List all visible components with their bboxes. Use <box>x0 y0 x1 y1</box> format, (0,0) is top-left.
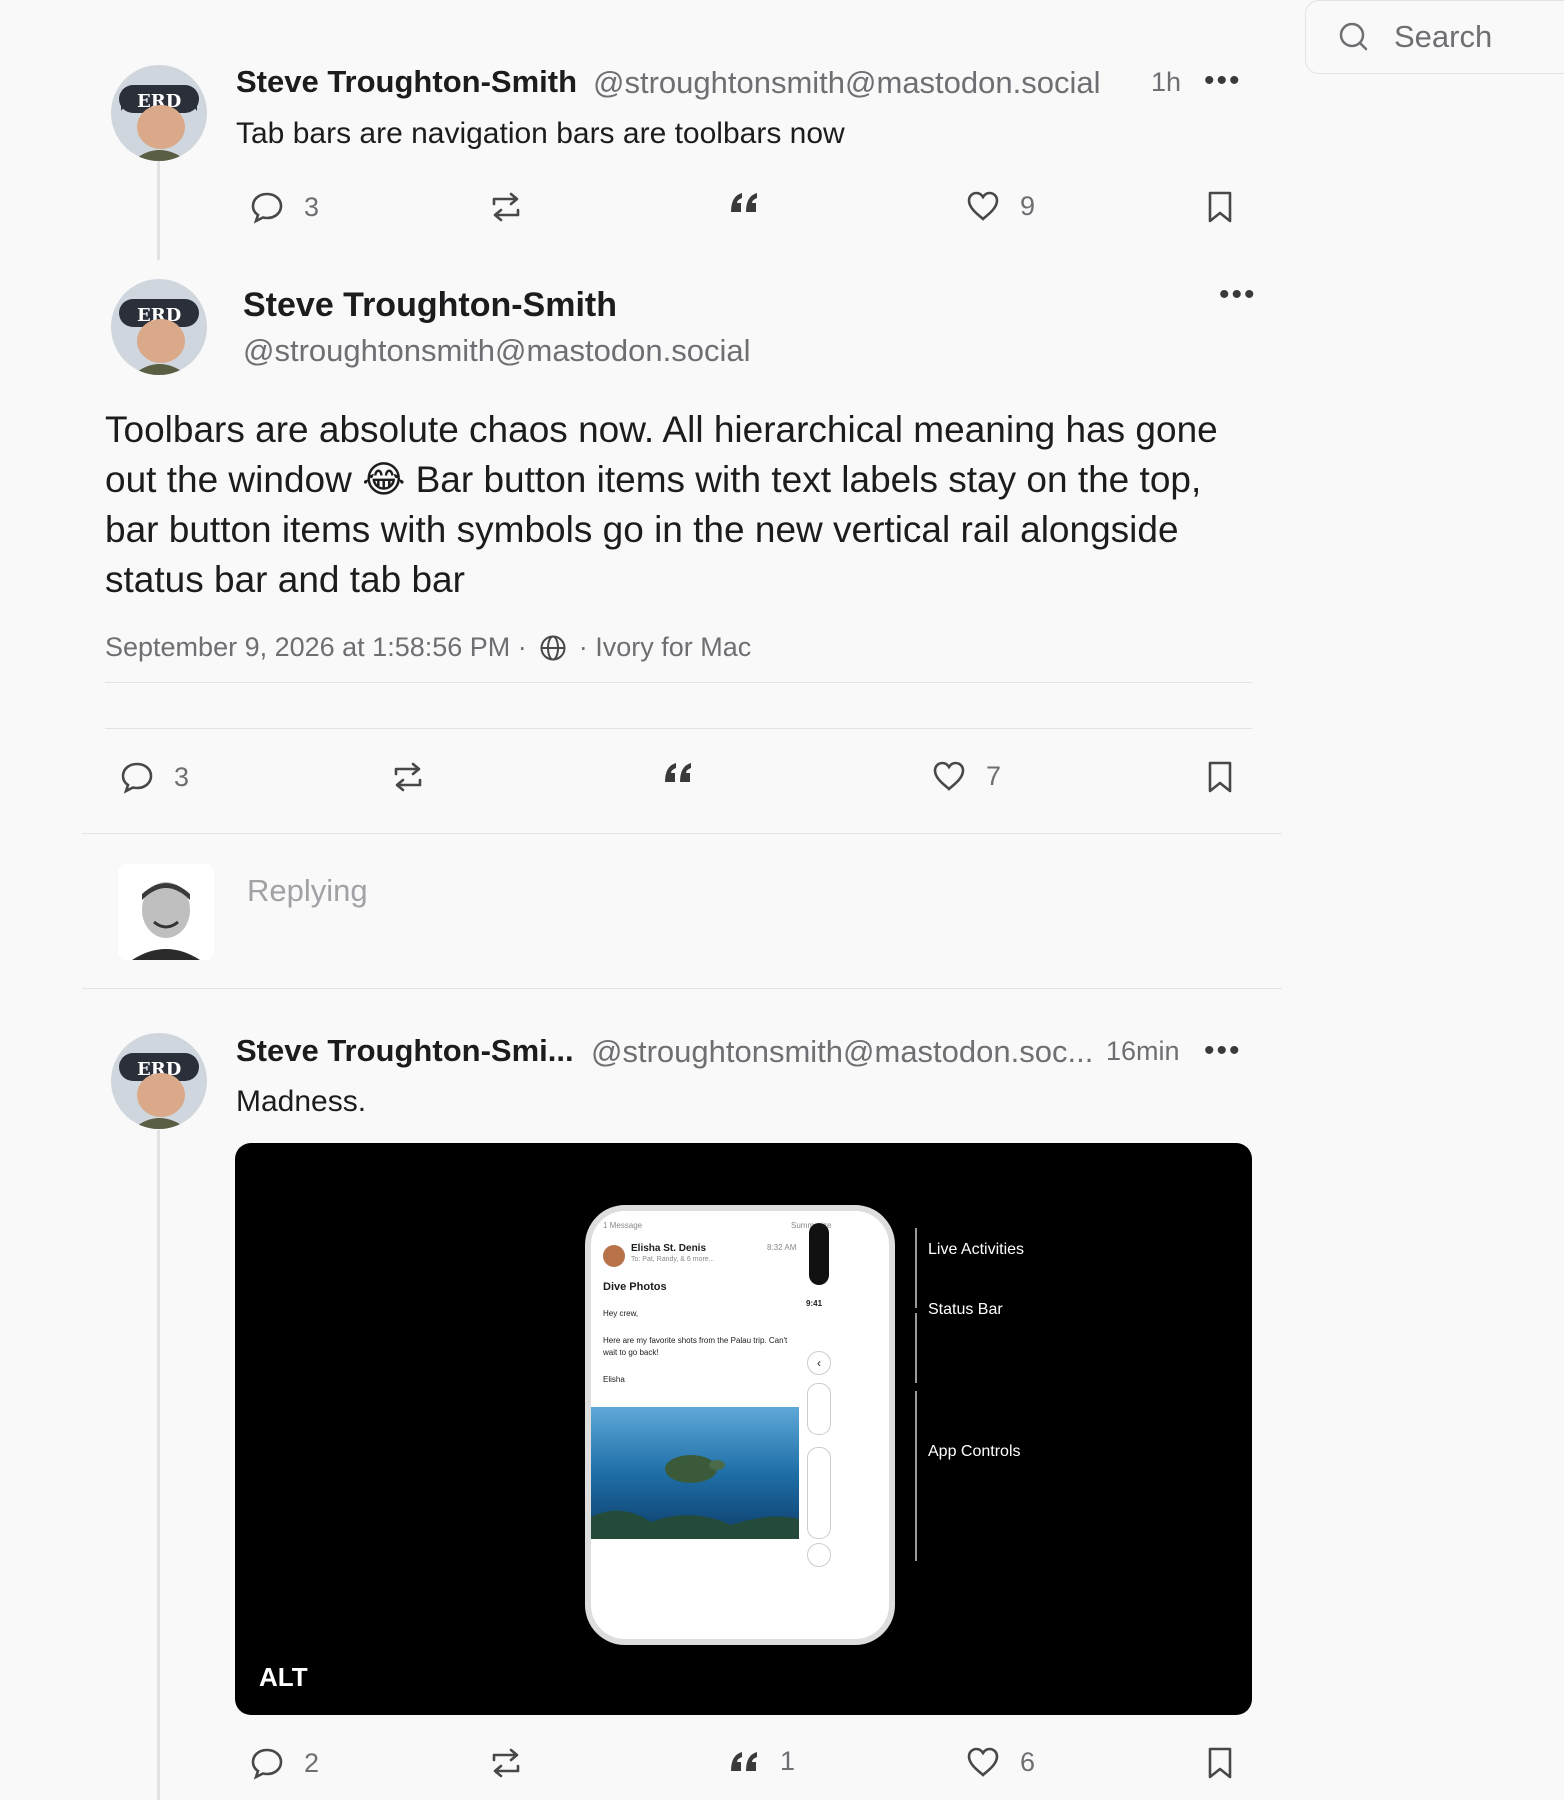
more-options-button[interactable]: ••• <box>1219 280 1257 310</box>
reply-icon <box>120 760 154 794</box>
sender-time: 8:32 AM <box>767 1243 797 1252</box>
divider <box>105 728 1252 729</box>
reply-input[interactable]: Replying <box>247 873 1247 909</box>
like-button[interactable]: 7 <box>932 760 1001 792</box>
bookmark-icon <box>1206 760 1234 794</box>
boost-button[interactable] <box>488 1746 524 1780</box>
post-media-image[interactable]: 1 Message Summarize Elisha St. Denis 8:3… <box>235 1143 1252 1715</box>
alt-badge[interactable]: ALT <box>259 1662 308 1693</box>
boost-icon <box>488 190 524 224</box>
post-client: · Ivory for Mac <box>578 632 752 662</box>
divider <box>82 988 1282 989</box>
reply-button[interactable]: 2 <box>250 1746 319 1780</box>
bookmark-button[interactable] <box>1206 1746 1234 1780</box>
quote-count: 1 <box>780 1746 796 1776</box>
toolbar-icons <box>807 1447 831 1539</box>
post-author-name[interactable]: Steve Troughton-Smi... <box>236 1033 574 1069</box>
bookmark-icon <box>1206 190 1234 224</box>
laughing-emoji: 😂 <box>362 458 406 501</box>
quote-icon <box>728 190 760 216</box>
search-icon <box>1338 21 1370 53</box>
callout-line <box>915 1391 917 1561</box>
reply-count: 2 <box>304 1747 320 1778</box>
current-user-avatar <box>118 864 214 960</box>
post-date[interactable]: September 9, 2026 at 1:58:56 PM · <box>105 632 527 663</box>
reply-icon <box>250 1746 284 1780</box>
avatar[interactable]: ERD <box>111 279 207 375</box>
reply-count: 3 <box>304 191 320 222</box>
bookmark-button[interactable] <box>1206 760 1234 794</box>
quote-icon <box>662 760 694 786</box>
focused-author-handle[interactable]: @stroughtonsmith@mastodon.social <box>243 333 751 369</box>
quote-button[interactable]: 1 <box>728 1746 795 1777</box>
bookmark-button[interactable] <box>1206 190 1234 224</box>
like-count: 9 <box>1020 190 1036 221</box>
focused-post-text: Toolbars are absolute chaos now. All hie… <box>105 405 1255 605</box>
like-count: 7 <box>986 760 1002 791</box>
callout-line <box>915 1313 917 1383</box>
email-greeting: Hey crew, <box>603 1309 639 1318</box>
reply-button[interactable]: 3 <box>120 760 189 794</box>
boost-icon <box>488 1746 524 1780</box>
to-line: To: Pat, Randy, & 6 more... <box>631 1256 715 1263</box>
search-field[interactable]: Search <box>1305 0 1564 74</box>
like-button[interactable]: 6 <box>966 1746 1035 1778</box>
avatar[interactable]: ERD <box>111 1033 207 1129</box>
reply-icon <box>250 190 284 224</box>
more-options-button[interactable]: ••• <box>1204 66 1242 96</box>
email-body: Here are my favorite shots from the Pala… <box>603 1336 788 1357</box>
phone-mockup: 1 Message Summarize Elisha St. Denis 8:3… <box>585 1205 895 1645</box>
thread-line <box>157 160 160 260</box>
like-button[interactable]: 9 <box>966 190 1035 222</box>
message-count: 1 Message <box>603 1221 643 1230</box>
quote-button[interactable] <box>728 190 760 216</box>
boost-icon <box>390 760 426 794</box>
globe-icon <box>539 634 567 662</box>
avatar[interactable]: ERD <box>111 65 207 161</box>
reply-button[interactable]: 3 <box>250 190 319 224</box>
search-placeholder: Search <box>1394 19 1493 54</box>
sender-name: Elisha St. Denis <box>631 1243 707 1254</box>
divider <box>105 682 1252 683</box>
post-text: Madness. <box>236 1085 367 1118</box>
rail-time: 9:41 <box>806 1299 823 1308</box>
heart-icon <box>966 1746 1000 1778</box>
vertical-rail <box>809 1223 829 1285</box>
post-author-name[interactable]: Steve Troughton-Smith <box>236 64 577 100</box>
quote-button[interactable] <box>662 760 694 786</box>
sender-avatar <box>603 1245 625 1267</box>
post-timestamp[interactable]: 16min <box>1106 1036 1180 1067</box>
callout-live-activities: Live Activities <box>928 1241 1025 1258</box>
boost-button[interactable] <box>488 190 524 224</box>
back-chevron-icon: ‹ <box>807 1351 831 1375</box>
post-timestamp[interactable]: 1h <box>1151 67 1181 98</box>
divider <box>82 833 1282 834</box>
callout-status-bar: Status Bar <box>928 1301 1003 1318</box>
bookmark-icon <box>1206 1746 1234 1780</box>
email-signoff: Elisha <box>603 1375 625 1384</box>
thread-line <box>157 1130 160 1800</box>
more-options-button[interactable]: ••• <box>1204 1036 1242 1066</box>
callout-app-controls: App Controls <box>928 1443 1021 1460</box>
reply-count: 3 <box>174 761 190 792</box>
underwater-photo <box>591 1407 799 1539</box>
like-count: 6 <box>1020 1746 1036 1777</box>
boost-button[interactable] <box>390 760 426 794</box>
post-metadata: September 9, 2026 at 1:58:56 PM · · Ivor… <box>105 632 751 663</box>
up-down-chevron-icon <box>807 1383 831 1435</box>
callout-line <box>915 1228 917 1308</box>
post-author-handle[interactable]: @stroughtonsmith@mastodon.soc... <box>591 1034 1093 1070</box>
focused-author-name[interactable]: Steve Troughton-Smith <box>243 286 617 325</box>
heart-icon <box>966 190 1000 222</box>
post-author-handle[interactable]: @stroughtonsmith@mastodon.social <box>593 65 1101 101</box>
quote-icon <box>728 1749 760 1775</box>
post-text: Tab bars are navigation bars are toolbar… <box>236 117 845 150</box>
compose-icon <box>807 1543 831 1567</box>
heart-icon <box>932 760 966 792</box>
email-subject: Dive Photos <box>603 1281 667 1293</box>
